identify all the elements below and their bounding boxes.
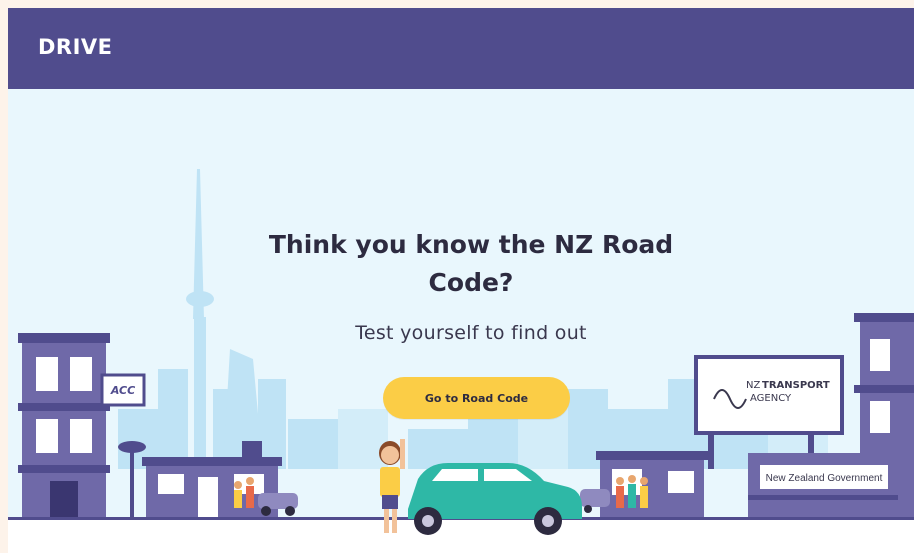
- ground: [8, 517, 914, 553]
- nzta-prefix: NZ: [746, 380, 760, 391]
- acc-sign-text: ACC: [110, 384, 135, 397]
- headline-line-2: Code?: [428, 268, 514, 297]
- hero-section: ACC NZ TRANSPORT AGENCY New Zealand Gove…: [8, 89, 914, 553]
- gov-building: New Zealand Government: [748, 453, 898, 519]
- drive-logo[interactable]: DRIVE: [38, 35, 113, 59]
- nzta-line1: TRANSPORT: [762, 380, 830, 391]
- go-to-road-code-button[interactable]: Go to Road Code: [383, 377, 570, 419]
- gov-sign-text: New Zealand Government: [766, 473, 883, 484]
- top-navbar: DRIVE: [8, 8, 914, 89]
- page-frame: DRIVE ACC NZ TRANSPORT AGENCY New Zealan…: [8, 8, 914, 553]
- hero-headline: Think you know the NZ Road Code?: [261, 226, 681, 302]
- skyline-background: [28, 169, 768, 469]
- nzta-line2: AGENCY: [750, 393, 792, 404]
- house-right: [596, 451, 708, 519]
- headline-line-1: Think you know the NZ Road: [268, 230, 674, 259]
- hero-subhead: Test yourself to find out: [355, 322, 587, 344]
- city-illustration: ACC NZ TRANSPORT AGENCY New Zealand Gove…: [8, 169, 914, 553]
